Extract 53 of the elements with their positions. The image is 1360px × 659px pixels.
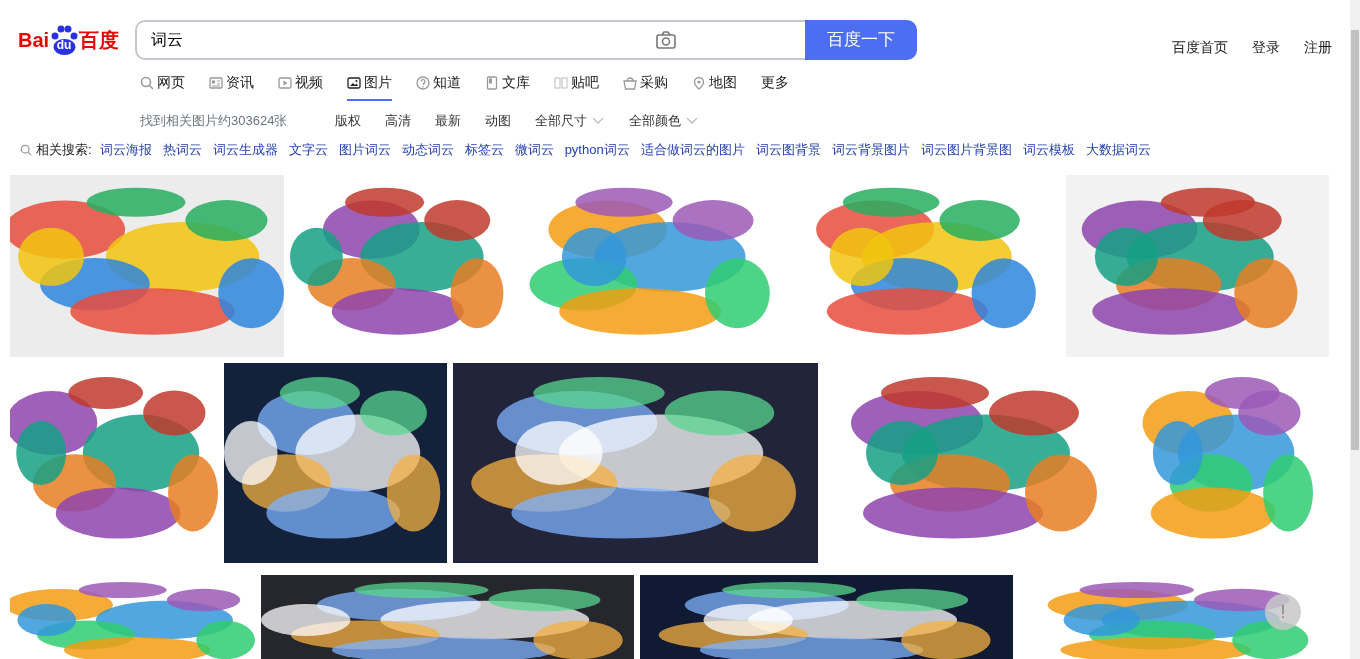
search-field[interactable]: 词云 <box>135 20 806 60</box>
related-link[interactable]: 大数据词云 <box>1085 140 1151 160</box>
result-count: 找到相关图片约303624张 <box>140 112 288 131</box>
related-link[interactable]: 适合做词云的图片 <box>640 140 745 160</box>
related-link[interactable]: 词云生成器 <box>212 140 278 160</box>
nav-tab[interactable]: 采购 <box>623 72 668 101</box>
panel-icon <box>554 75 568 90</box>
header-link[interactable]: 注册 <box>1304 37 1332 58</box>
scrollbar[interactable] <box>1350 0 1360 659</box>
related-link[interactable]: 动态词云 <box>401 140 454 160</box>
nav-tab[interactable]: 资讯 <box>209 72 254 101</box>
basket-icon <box>623 75 637 90</box>
filter-link[interactable]: 版权 <box>335 111 362 131</box>
search-icon <box>140 75 154 90</box>
related-link[interactable]: 词云图背景 <box>755 140 821 160</box>
header-link[interactable]: 登录 <box>1252 37 1280 58</box>
image-icon <box>347 75 361 90</box>
filter-dropdown[interactable]: 全部颜色 <box>629 111 700 131</box>
nav-tab[interactable]: 知道 <box>416 72 461 101</box>
pin-icon <box>692 75 706 90</box>
related-link[interactable]: 热词云 <box>162 140 202 160</box>
search-icon <box>20 143 32 157</box>
related-link[interactable]: 词云海报 <box>99 140 152 160</box>
related-link[interactable]: python词云 <box>564 140 630 160</box>
nav-tab[interactable]: 文库 <box>485 72 530 101</box>
filter-link[interactable]: 高清 <box>385 111 412 131</box>
related-link[interactable]: 文字云 <box>288 140 328 160</box>
nav-tab[interactable]: 网页 <box>140 72 185 101</box>
related-link[interactable]: 词云模板 <box>1022 140 1075 160</box>
camera-icon[interactable] <box>655 29 678 51</box>
related-link[interactable]: 微词云 <box>514 140 554 160</box>
nav-tab[interactable]: 地图 <box>692 72 737 101</box>
nav-tab[interactable]: 视频 <box>278 72 323 101</box>
chevron-icon <box>591 117 606 125</box>
header-link[interactable]: 百度首页 <box>1172 37 1228 58</box>
nav-tab[interactable]: 图片 <box>347 72 392 101</box>
search-button[interactable]: 百度一下 <box>805 20 918 60</box>
related-link[interactable]: 词云背景图片 <box>831 140 910 160</box>
nav-tab[interactable]: 贴吧 <box>554 72 599 101</box>
related-link[interactable]: 图片词云 <box>338 140 391 160</box>
logo[interactable]: Bai du 百度 <box>18 24 120 56</box>
nav-tab[interactable]: 更多 <box>761 72 789 101</box>
related-label: 相关搜索: <box>36 141 92 160</box>
filter-link[interactable]: 动图 <box>485 111 512 131</box>
filter-dropdown[interactable]: 全部尺寸 <box>535 111 606 131</box>
newspaper-icon <box>209 75 223 90</box>
related-link[interactable]: 词云图片背景图 <box>920 140 1012 160</box>
related-link[interactable]: 标签云 <box>464 140 504 160</box>
play-icon <box>278 75 292 90</box>
document-icon <box>485 75 499 90</box>
chevron-icon <box>685 117 700 125</box>
question-icon <box>416 75 430 90</box>
filter-link[interactable]: 最新 <box>435 111 462 131</box>
